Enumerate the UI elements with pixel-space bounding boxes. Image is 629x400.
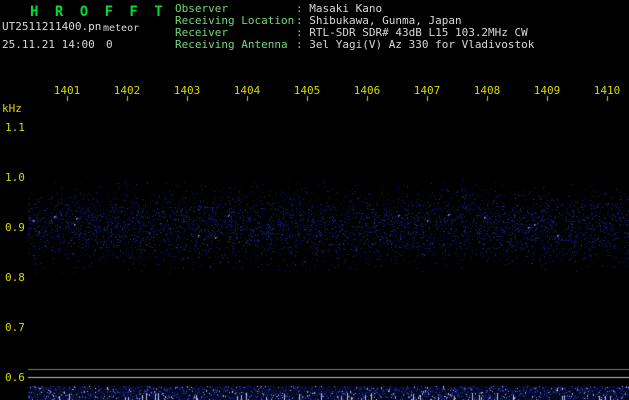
y-tick: 0.8: [5, 271, 25, 284]
y-tick: 0.9: [5, 221, 25, 234]
hrofft-output: H R O F F T UT2511211400.pn meteor 25.11…: [0, 0, 629, 400]
y-axis-unit-label: kHz: [2, 102, 22, 115]
app-title: H R O F F T: [30, 4, 167, 20]
metadata-block: ObserverMasaki Kano Receiving LocationSh…: [175, 2, 535, 51]
colon-separator: [296, 38, 309, 51]
y-tick: 0.6: [5, 371, 25, 384]
echo-count: 0: [106, 38, 113, 51]
meta-label: Receiving Antenna: [175, 38, 288, 51]
meta-value: 3el Yagi(V) Az 330 for Vladivostok: [309, 38, 535, 51]
station-label: meteor: [103, 23, 140, 34]
y-tick: 1.0: [5, 171, 25, 184]
spectrogram-canvas: [28, 94, 629, 400]
y-tick: 0.7: [5, 321, 25, 334]
y-tick: 1.1: [5, 121, 25, 134]
filename-label: UT2511211400.pn: [2, 20, 102, 33]
datetime-label: 25.11.21 14:00: [2, 38, 95, 51]
meta-row-antenna: Receiving Antenna 3el Yagi(V) Az 330 for …: [175, 38, 535, 51]
